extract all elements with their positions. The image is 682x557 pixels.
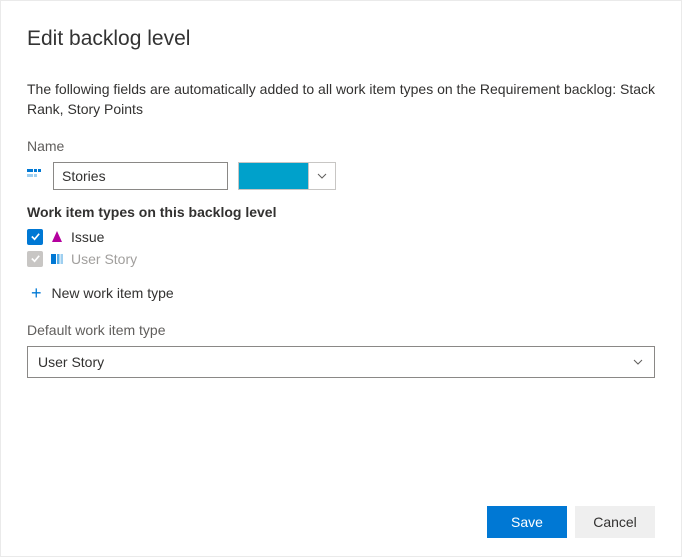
add-label: New work item type [52, 285, 174, 301]
wit-name: Issue [71, 229, 104, 245]
chevron-down-icon[interactable] [308, 163, 335, 189]
work-item-type-list: Issue User Story [27, 226, 655, 270]
wit-section-heading: Work item types on this backlog level [27, 204, 655, 220]
default-wit-label: Default work item type [27, 322, 655, 338]
checkbox-issue[interactable] [27, 229, 43, 245]
color-picker[interactable] [238, 162, 336, 190]
issue-icon [49, 229, 65, 245]
plus-icon: + [31, 284, 42, 302]
description-text: The following fields are automatically a… [27, 79, 655, 120]
wit-row-user-story: User Story [27, 248, 655, 270]
name-label: Name [27, 138, 655, 154]
name-input[interactable] [53, 162, 228, 190]
user-story-icon [49, 251, 65, 267]
save-button[interactable]: Save [487, 506, 567, 538]
default-wit-value: User Story [38, 354, 104, 370]
add-work-item-type-button[interactable]: + New work item type [27, 278, 655, 322]
checkbox-user-story [27, 251, 43, 267]
chevron-down-icon [632, 356, 644, 368]
wit-row-issue: Issue [27, 226, 655, 248]
backlog-level-icon [27, 168, 43, 184]
wit-name: User Story [71, 251, 137, 267]
cancel-button[interactable]: Cancel [575, 506, 655, 538]
color-swatch [239, 163, 308, 189]
default-wit-select[interactable]: User Story [27, 346, 655, 378]
dialog-title: Edit backlog level [27, 27, 655, 51]
